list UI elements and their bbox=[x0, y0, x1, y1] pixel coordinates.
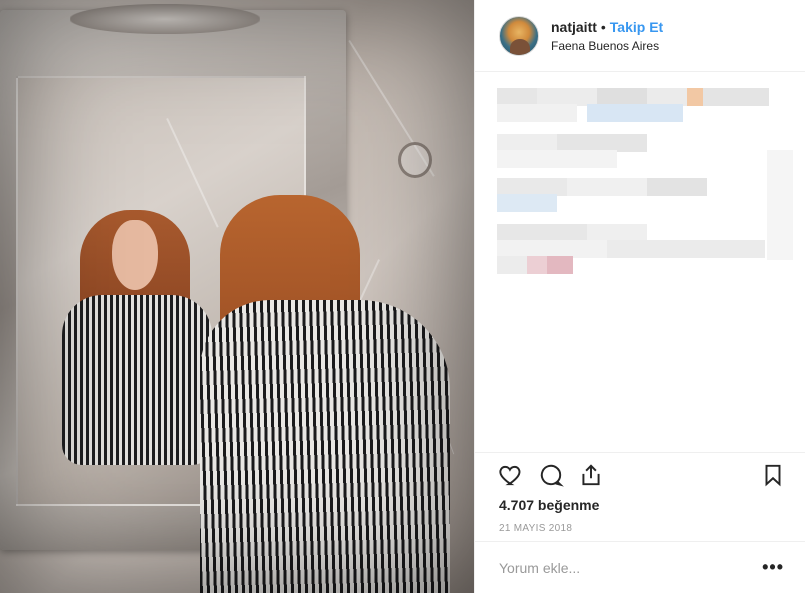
speech-bubble-icon[interactable] bbox=[537, 461, 565, 489]
post-actions: 4.707 beğenme 21 MAYIS 2018 bbox=[475, 452, 805, 534]
action-icons-row bbox=[497, 461, 787, 491]
post-sidebar: natjaitt • Takip Et Faena Buenos Aires 4… bbox=[474, 0, 805, 593]
location-link[interactable]: Faena Buenos Aires bbox=[551, 39, 663, 53]
pixelated-text-block bbox=[497, 150, 617, 168]
likes-count[interactable]: 4.707 beğenme bbox=[499, 497, 599, 513]
avatar[interactable] bbox=[499, 15, 539, 56]
post-date: 21 MAYIS 2018 bbox=[499, 523, 573, 534]
pixelated-text-block bbox=[767, 150, 793, 260]
username-line: natjaitt • Takip Et bbox=[551, 19, 663, 35]
censored-comments-area bbox=[497, 86, 797, 416]
heart-icon[interactable] bbox=[497, 461, 525, 489]
header-text: natjaitt • Takip Et Faena Buenos Aires bbox=[551, 19, 663, 53]
separator-dot: • bbox=[600, 18, 606, 35]
post-photo[interactable] bbox=[0, 0, 474, 593]
post-header: natjaitt • Takip Et Faena Buenos Aires bbox=[475, 0, 805, 72]
add-comment-bar: ••• bbox=[475, 541, 805, 593]
pixelated-text-block bbox=[497, 104, 683, 122]
more-options-icon[interactable]: ••• bbox=[762, 557, 784, 578]
bookmark-icon[interactable] bbox=[759, 461, 787, 489]
username-link[interactable]: natjaitt bbox=[551, 19, 597, 35]
pixelated-text-block bbox=[497, 256, 577, 274]
pixelated-text-block bbox=[497, 194, 557, 212]
comment-input[interactable] bbox=[499, 559, 763, 576]
instagram-post: natjaitt • Takip Et Faena Buenos Aires 4… bbox=[0, 0, 805, 593]
follow-button[interactable]: Takip Et bbox=[610, 19, 663, 35]
photo-vignette bbox=[0, 0, 474, 593]
share-upload-icon[interactable] bbox=[577, 461, 605, 489]
